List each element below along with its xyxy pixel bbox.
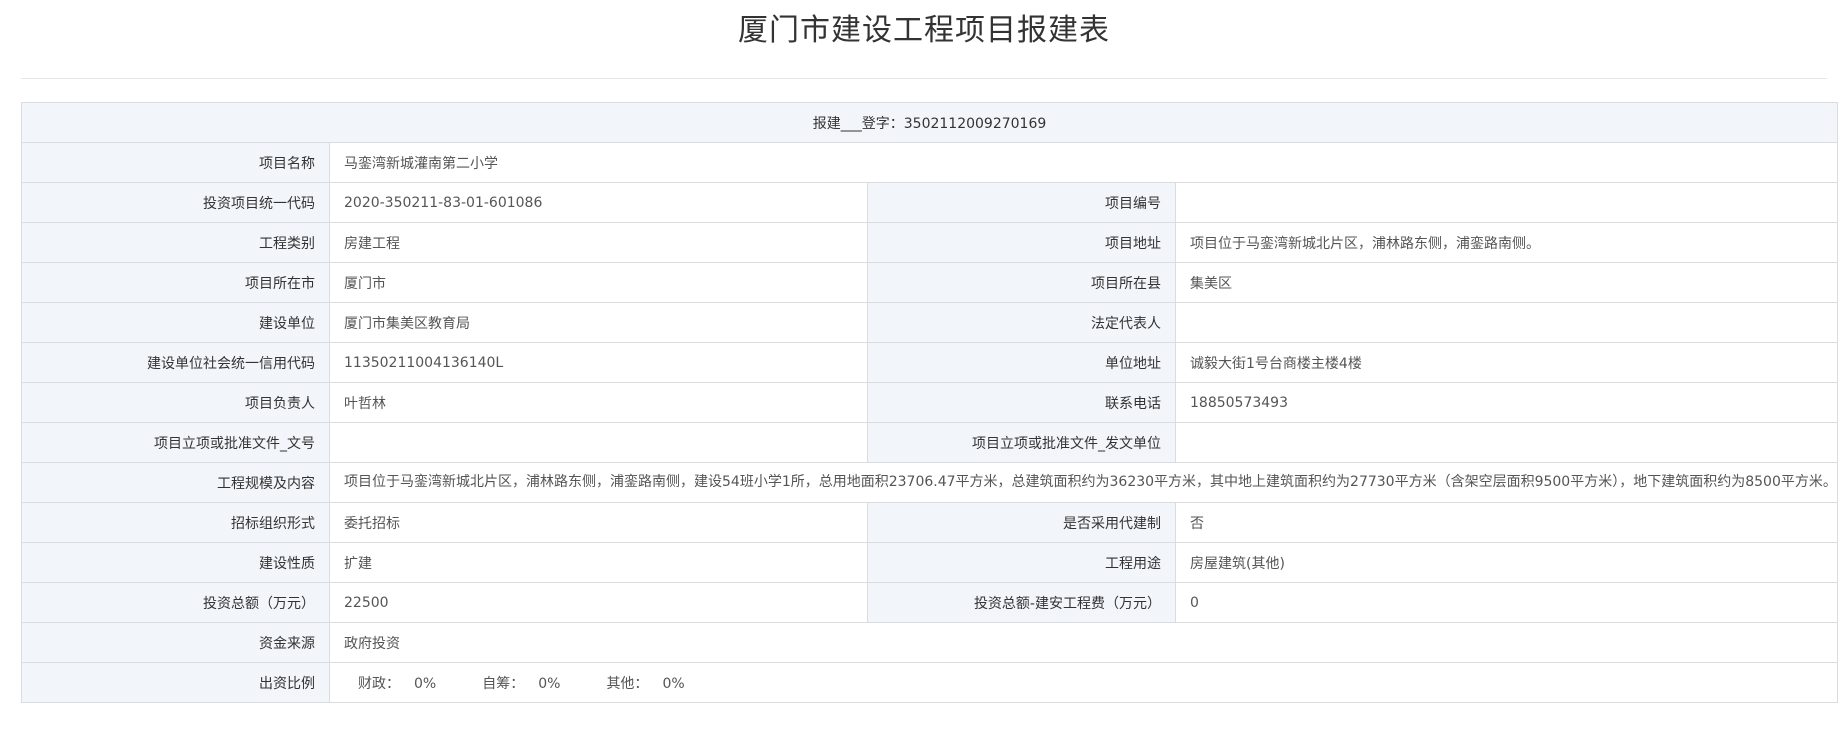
scope-label: 工程规模及内容 [21,462,330,503]
builder-value: 厦门市集美区教育局 [329,302,868,343]
table-row: 报建___登字：3502112009270169 [20,102,1839,143]
address-label: 项目地址 [867,222,1176,263]
page-title: 厦门市建设工程项目报建表 [738,13,1110,48]
scope-value: 项目位于马銮湾新城北片区，浦林路东侧，浦銮路南侧，建设54班小学1所，总用地面积… [328,462,1839,503]
legal-rep-label: 法定代表人 [867,302,1176,343]
agent-system-value: 否 [1174,502,1839,543]
approval-doc-value [329,422,868,463]
finance-label: 财政： [358,675,400,692]
eng-type-label: 工程类别 [21,222,330,263]
city-value: 厦门市 [329,262,868,303]
nature-label: 建设性质 [21,542,330,583]
table-row: 建设性质 扩建 工程用途 房屋建筑(其他) [21,542,1839,583]
table-row: 建设单位 厦门市集美区教育局 法定代表人 [21,302,1839,343]
table-row: 项目负责人 叶哲林 联系电话 18850573493 [21,382,1839,423]
table-row: 项目立项或批准文件_文号 项目立项或批准文件_发文单位 [21,422,1839,463]
manager-value: 叶哲林 [329,382,868,423]
install-fee-value: 0 [1174,582,1839,623]
tender-form-label: 招标组织形式 [21,502,330,543]
tender-form-value: 委托招标 [329,502,868,543]
other-label: 其他： [606,675,649,692]
ratio-label: 出资比例 [21,662,330,703]
unit-address-value: 诚毅大街1号台商楼主楼4楼 [1174,342,1839,383]
address-value: 项目位于马銮湾新城北片区，浦林路东侧，浦銮路南侧。 [1174,222,1839,263]
legal-rep-value [1174,302,1839,343]
table-row: 资金来源 政府投资 [21,622,1839,663]
project-no-value [1174,182,1839,223]
registration-table: 报建___登字：3502112009270169 项目名称 马銮湾新城灌南第二小… [20,102,1839,703]
fund-source-label: 资金来源 [21,622,330,663]
approval-unit-value [1174,422,1839,463]
table-row: 出资比例 财政： 0% 自筹： 0% 其他： 0% [21,662,1839,703]
agent-system-label: 是否采用代建制 [867,502,1176,543]
approval-doc-label: 项目立项或批准文件_文号 [21,422,330,463]
total-invest-value: 22500 [329,582,868,623]
invest-code-value: 2020-350211-83-01-601086 [329,182,868,223]
total-invest-label: 投资总额（万元） [21,582,330,623]
ratio-value: 财政： 0% 自筹： 0% 其他： 0% [328,662,1839,703]
table-row: 投资总额（万元） 22500 投资总额-建安工程费（万元） 0 [21,582,1839,623]
credit-code-value: 11350211004136140L [329,342,868,383]
county-value: 集美区 [1174,262,1839,303]
manager-label: 项目负责人 [21,382,330,423]
table-row: 投资项目统一代码 2020-350211-83-01-601086 项目编号 [21,182,1839,223]
city-label: 项目所在市 [21,262,330,303]
eng-type-value: 房建工程 [329,222,868,263]
registration-number: 报建___登字：3502112009270169 [20,102,1839,143]
other-value: 0% [662,675,685,692]
table-row: 工程类别 房建工程 项目地址 项目位于马銮湾新城北片区，浦林路东侧，浦銮路南侧。 [21,222,1839,263]
usage-label: 工程用途 [867,542,1176,583]
project-name-value: 马銮湾新城灌南第二小学 [328,142,1839,183]
title-divider [21,78,1827,79]
nature-value: 扩建 [329,542,868,583]
self-raised-value: 0% [538,675,561,692]
table-row: 项目名称 马銮湾新城灌南第二小学 [21,142,1839,183]
table-row: 工程规模及内容 项目位于马銮湾新城北片区，浦林路东侧，浦銮路南侧，建设54班小学… [21,462,1839,503]
table-row: 招标组织形式 委托招标 是否采用代建制 否 [21,502,1839,543]
fund-source-value: 政府投资 [328,622,1839,663]
credit-code-label: 建设单位社会统一信用代码 [21,342,330,383]
install-fee-label: 投资总额-建安工程费（万元） [867,582,1176,623]
project-no-label: 项目编号 [867,182,1176,223]
table-row: 建设单位社会统一信用代码 11350211004136140L 单位地址 诚毅大… [21,342,1839,383]
self-raised-label: 自筹： [482,675,525,692]
unit-address-label: 单位地址 [867,342,1176,383]
project-name-label: 项目名称 [21,142,330,183]
builder-label: 建设单位 [21,302,330,343]
finance-value: 0% [414,675,437,692]
approval-unit-label: 项目立项或批准文件_发文单位 [867,422,1176,463]
usage-value: 房屋建筑(其他) [1174,542,1839,583]
invest-code-label: 投资项目统一代码 [21,182,330,223]
phone-label: 联系电话 [867,382,1176,423]
table-row: 项目所在市 厦门市 项目所在县 集美区 [21,262,1839,303]
county-label: 项目所在县 [867,262,1176,303]
phone-value: 18850573493 [1174,382,1839,423]
